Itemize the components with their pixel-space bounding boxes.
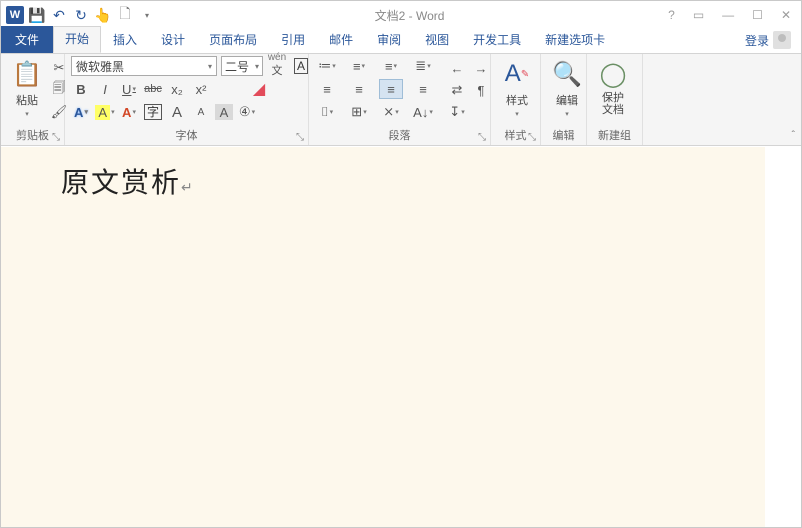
align-justify-button[interactable]: ≡	[411, 79, 435, 99]
indent-dec-button[interactable]: ←	[447, 58, 467, 78]
paste-button[interactable]: 📋 粘贴 ▾	[7, 56, 47, 118]
paste-label: 粘贴	[16, 92, 38, 108]
sort-button[interactable]: A↓	[411, 102, 435, 122]
tab-references[interactable]: 引用	[269, 27, 317, 53]
italic-button[interactable]: I	[95, 79, 115, 99]
grow-font-button[interactable]: A	[167, 102, 187, 122]
window-title: 文档2 - Word	[161, 7, 658, 24]
redo-icon[interactable]: ↻	[71, 5, 91, 25]
group-label-newgroup: 新建组	[593, 127, 636, 145]
edit-label: 编辑	[556, 92, 578, 108]
save-icon[interactable]: 💾	[27, 5, 47, 25]
paragraph-mark-icon: ↵	[181, 179, 195, 195]
font-size-value: 二号	[225, 58, 249, 75]
login-button[interactable]: 登录	[735, 27, 801, 53]
tab-review[interactable]: 审阅	[365, 27, 413, 53]
enclose-char-button[interactable]: ④	[237, 102, 257, 122]
ribbon-options-icon[interactable]: ▭	[693, 8, 704, 22]
line-clear-button[interactable]: ⨯	[379, 102, 403, 122]
undo-icon[interactable]: ↶	[49, 5, 69, 25]
document-page[interactable]: 原文赏析↵	[1, 147, 765, 527]
text-effects-button[interactable]: A	[71, 102, 91, 122]
clear-format-button[interactable]: ◢	[249, 79, 269, 99]
protect-doc-button[interactable]: ◯ 保护 文档	[593, 56, 633, 116]
maximize-icon[interactable]: ☐	[752, 8, 763, 22]
underline-button[interactable]: U	[119, 79, 139, 99]
touchmode-icon[interactable]: 👆	[93, 5, 113, 25]
styles-launcher-icon[interactable]: ⤡	[526, 131, 538, 143]
tab-layout[interactable]: 页面布局	[197, 27, 269, 53]
tab-view[interactable]: 视图	[413, 27, 461, 53]
font-size-select[interactable]: 二号▾	[221, 56, 263, 76]
shading-button[interactable]: ⌷	[315, 102, 339, 122]
login-label: 登录	[745, 32, 769, 49]
superscript-button[interactable]: x²	[191, 79, 211, 99]
bullet-list-button[interactable]: ≔	[315, 56, 339, 76]
line-spacing-button[interactable]: ↧	[447, 102, 467, 122]
align-left-button[interactable]: ≡	[315, 79, 339, 99]
tab-home[interactable]: 开始	[53, 26, 101, 53]
tab-newtab[interactable]: 新建选项卡	[533, 27, 617, 53]
font-name-value: 微软雅黑	[76, 58, 124, 75]
tab-developer[interactable]: 开发工具	[461, 27, 533, 53]
indent-inc-button[interactable]: →	[471, 58, 491, 78]
multilevel-list-button[interactable]: ≡	[379, 56, 403, 76]
tab-design[interactable]: 设计	[149, 27, 197, 53]
word-app-icon: W	[5, 5, 25, 25]
edit-find-button[interactable]: 🔍 编辑 ▾	[547, 56, 587, 118]
align-right-button[interactable]: ≡	[379, 79, 403, 99]
protect-label-1: 保护	[602, 92, 624, 104]
group-label-edit: 编辑	[547, 127, 580, 145]
borders-button[interactable]: ⊞	[347, 102, 371, 122]
font-launcher-icon[interactable]: ⤡	[294, 131, 306, 143]
new-doc-icon[interactable]: 🗋	[115, 5, 135, 25]
text-direction-button[interactable]: ⇄	[447, 80, 467, 100]
font-name-select[interactable]: 微软雅黑▾	[71, 56, 217, 76]
show-marks-button[interactable]: ¶	[471, 80, 491, 100]
char-border-button[interactable]: A	[291, 56, 311, 76]
highlight-button[interactable]: A	[95, 102, 115, 122]
tab-mailings[interactable]: 邮件	[317, 27, 365, 53]
close-icon[interactable]: ✕	[781, 8, 791, 22]
group-label-font: 字体	[71, 127, 302, 145]
document-text[interactable]: 原文赏析↵	[61, 161, 195, 201]
find-icon: 🔍	[551, 58, 583, 90]
styles-icon: A✎	[501, 58, 533, 90]
minimize-icon[interactable]: —	[722, 8, 734, 22]
subscript-button[interactable]: x₂	[167, 79, 187, 99]
bold-button[interactable]: B	[71, 79, 91, 99]
tab-file[interactable]: 文件	[1, 26, 53, 53]
avatar-icon	[773, 31, 791, 49]
align-dist-button[interactable]: ≣	[411, 56, 435, 76]
char-shading-button[interactable]: 字	[143, 102, 163, 122]
shield-icon: ◯	[597, 58, 629, 90]
font-color-button[interactable]: A	[119, 102, 139, 122]
protect-label-2: 文档	[602, 104, 624, 116]
align-center-button[interactable]: ≡	[347, 79, 371, 99]
shrink-font-button[interactable]: A	[191, 102, 211, 122]
clipboard-launcher-icon[interactable]: ⤡	[50, 131, 62, 143]
group-label-paragraph: 段落	[315, 127, 484, 145]
phonetic-guide-button[interactable]: wén 文	[267, 56, 287, 76]
styles-button[interactable]: A✎ 样式 ▾	[497, 56, 537, 118]
paste-icon: 📋	[11, 58, 43, 90]
strike-button[interactable]: abc	[143, 79, 163, 99]
tab-insert[interactable]: 插入	[101, 27, 149, 53]
help-icon[interactable]: ?	[668, 8, 675, 22]
collapse-ribbon-icon[interactable]: ˆ	[792, 130, 795, 141]
char-shade-a-button[interactable]: A	[215, 104, 233, 120]
number-list-button[interactable]: ≡	[347, 56, 371, 76]
paragraph-launcher-icon[interactable]: ⤡	[476, 131, 488, 143]
qat-dropdown-icon[interactable]: ▾	[137, 5, 157, 25]
styles-label: 样式	[506, 92, 528, 108]
